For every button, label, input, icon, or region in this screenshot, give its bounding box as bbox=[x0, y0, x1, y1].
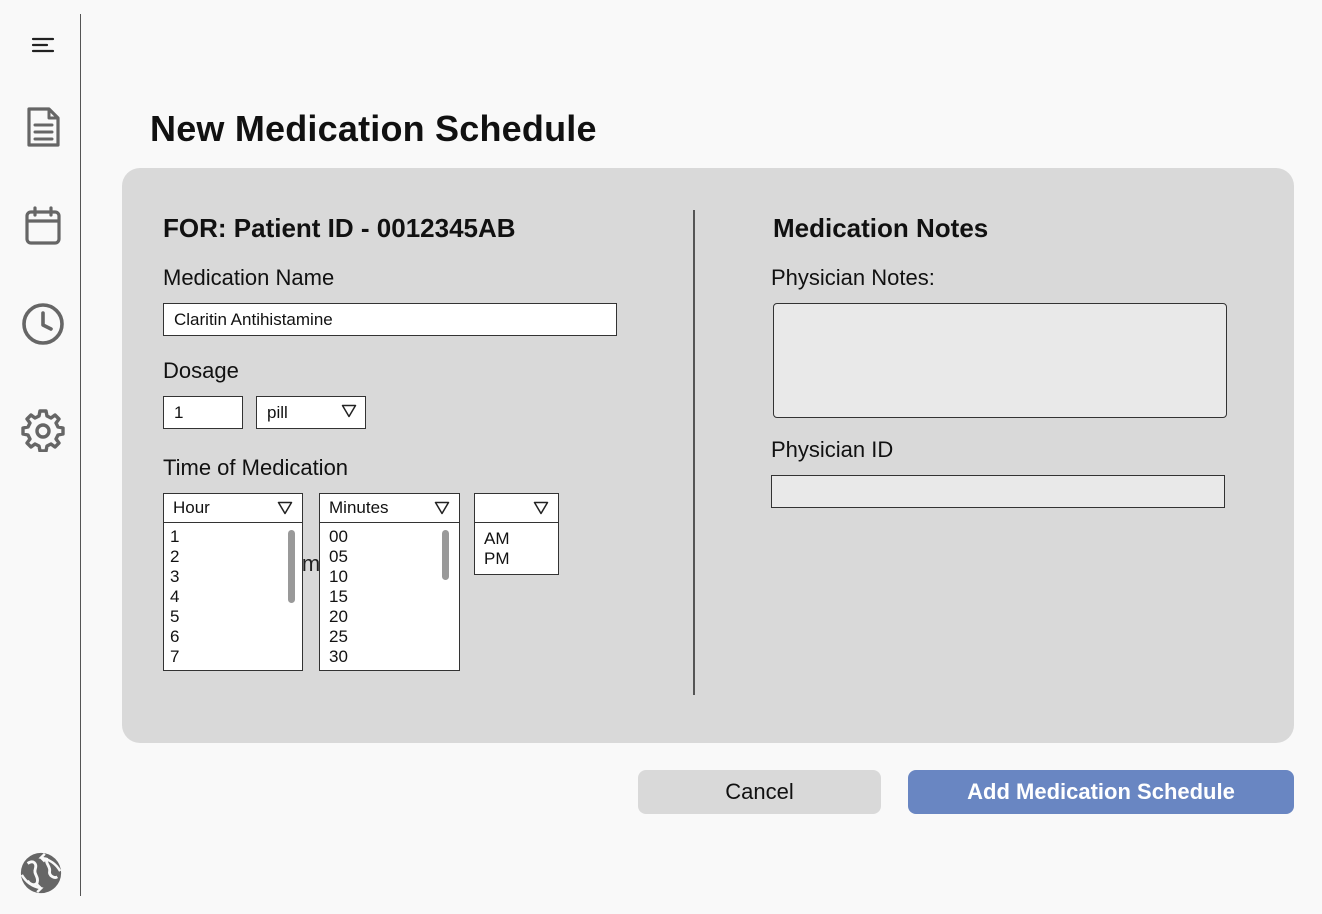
minutes-option[interactable]: 30 bbox=[329, 647, 459, 667]
dosage-amount-value: 1 bbox=[174, 402, 184, 422]
hour-option[interactable]: 3 bbox=[170, 567, 302, 587]
sync-globe-icon[interactable] bbox=[18, 850, 64, 896]
dropdown-triangle-icon bbox=[434, 500, 450, 520]
ampm-options: AM PM bbox=[475, 523, 558, 569]
hour-option[interactable]: 6 bbox=[170, 627, 302, 647]
hour-option[interactable]: 5 bbox=[170, 607, 302, 627]
menu-icon[interactable] bbox=[20, 22, 66, 68]
physician-notes-label: Physician Notes: bbox=[771, 265, 935, 290]
gear-icon[interactable] bbox=[20, 407, 66, 453]
ampm-select-header[interactable] bbox=[475, 494, 558, 523]
hour-option[interactable]: 4 bbox=[170, 587, 302, 607]
physician-id-input[interactable] bbox=[771, 475, 1225, 508]
dosage-unit-select[interactable]: pill bbox=[256, 396, 366, 429]
minutes-options: 00 05 10 15 20 25 30 bbox=[320, 523, 459, 667]
minutes-option[interactable]: 15 bbox=[329, 587, 459, 607]
form-panel: FOR: Patient ID - 0012345AB Medication N… bbox=[122, 168, 1294, 743]
calendar-icon[interactable] bbox=[20, 203, 66, 249]
physician-id-label: Physician ID bbox=[771, 437, 894, 462]
minutes-option[interactable]: 05 bbox=[329, 547, 459, 567]
medication-name-input[interactable]: Claritin Antihistamine bbox=[163, 303, 617, 336]
hour-option[interactable]: 2 bbox=[170, 547, 302, 567]
minutes-select-label: Minutes bbox=[329, 498, 389, 517]
medication-notes-heading: Medication Notes bbox=[773, 213, 989, 243]
clock-icon[interactable] bbox=[20, 301, 66, 347]
ampm-select[interactable]: AM PM bbox=[474, 493, 559, 575]
hour-options: 1 2 3 4 5 6 7 bbox=[164, 523, 302, 667]
physician-notes-textarea[interactable] bbox=[773, 303, 1227, 418]
minutes-option[interactable]: 25 bbox=[329, 627, 459, 647]
dropdown-triangle-icon bbox=[277, 500, 293, 520]
medication-name-label: Medication Name bbox=[163, 265, 335, 290]
minutes-scrollbar[interactable] bbox=[442, 530, 449, 580]
minutes-select-header[interactable]: Minutes bbox=[320, 494, 459, 523]
dropdown-triangle-icon bbox=[533, 500, 549, 520]
dosage-amount-input[interactable]: 1 bbox=[163, 396, 243, 429]
ampm-option[interactable]: PM bbox=[484, 549, 558, 569]
cancel-button[interactable]: Cancel bbox=[638, 770, 881, 814]
dosage-label: Dosage bbox=[163, 358, 239, 383]
ampm-option[interactable]: AM bbox=[484, 529, 558, 549]
add-medication-schedule-button[interactable]: Add Medication Schedule bbox=[908, 770, 1294, 814]
minutes-option[interactable]: 00 bbox=[329, 527, 459, 547]
hour-select-label: Hour bbox=[173, 498, 210, 517]
hour-option[interactable]: 1 bbox=[170, 527, 302, 547]
dosage-unit-value: pill bbox=[267, 402, 288, 422]
document-icon[interactable] bbox=[20, 104, 66, 150]
patient-heading: FOR: Patient ID - 0012345AB bbox=[163, 213, 516, 243]
dropdown-triangle-icon bbox=[341, 403, 357, 423]
hour-scrollbar[interactable] bbox=[288, 530, 295, 603]
hour-select[interactable]: Hour 1 2 3 4 5 6 7 bbox=[163, 493, 303, 671]
sidebar bbox=[0, 14, 81, 896]
time-of-medication-label: Time of Medication bbox=[163, 455, 349, 480]
minutes-option[interactable]: 20 bbox=[329, 607, 459, 627]
hour-select-header[interactable]: Hour bbox=[164, 494, 302, 523]
hour-option[interactable]: 7 bbox=[170, 647, 302, 667]
minutes-select[interactable]: Minutes 00 05 10 15 20 25 30 bbox=[319, 493, 460, 671]
page-title: New Medication Schedule bbox=[150, 108, 597, 149]
medication-name-value: Claritin Antihistamine bbox=[174, 309, 333, 329]
column-divider bbox=[693, 210, 695, 695]
minutes-option[interactable]: 10 bbox=[329, 567, 459, 587]
